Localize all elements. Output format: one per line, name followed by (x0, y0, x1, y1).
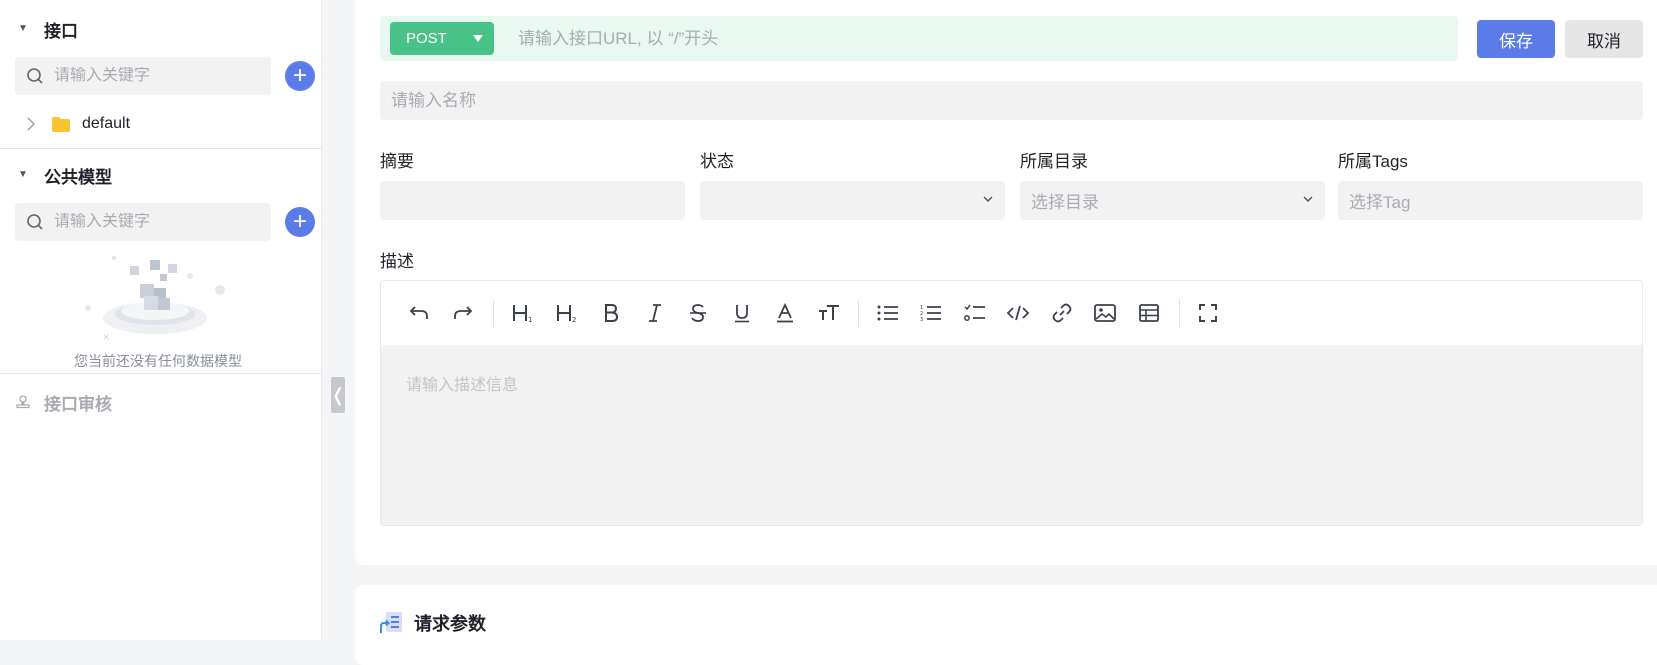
status-label: 状态 (700, 152, 734, 171)
svg-text:1: 1 (528, 316, 532, 323)
fullscreen-icon[interactable] (1196, 301, 1220, 325)
toolbar-separator (1179, 299, 1180, 327)
save-button[interactable]: 保存 (1477, 20, 1555, 58)
font-color-icon[interactable] (773, 301, 797, 325)
model-section-title: 公共模型 (44, 167, 112, 187)
tags-select[interactable]: 选择Tag (1338, 181, 1643, 220)
plus-icon: + (292, 208, 307, 235)
method-label: POST (406, 30, 447, 47)
api-audit-label: 接口审核 (44, 394, 112, 414)
request-params-header: 请求参数 (380, 610, 486, 636)
add-api-button[interactable]: + (285, 61, 315, 91)
chevron-right-icon[interactable] (26, 117, 36, 131)
italic-icon[interactable] (643, 301, 667, 325)
divider (0, 148, 322, 149)
image-icon[interactable] (1093, 301, 1117, 325)
url-input[interactable] (518, 28, 1418, 49)
description-label: 描述 (380, 252, 414, 271)
api-search-input[interactable] (54, 67, 254, 85)
table-icon[interactable] (1137, 301, 1161, 325)
model-section-header[interactable]: ▼ 公共模型 (0, 160, 112, 190)
summary-input[interactable] (380, 181, 685, 220)
caret-down-icon[interactable]: ▼ (18, 170, 28, 180)
api-search-box[interactable] (15, 57, 271, 95)
underline-icon[interactable] (730, 301, 754, 325)
search-icon (27, 214, 43, 230)
caret-down-icon (472, 35, 483, 42)
chevron-down-icon (983, 196, 993, 202)
method-select[interactable]: POST (390, 22, 494, 55)
redo-icon[interactable] (451, 301, 475, 325)
name-input[interactable] (380, 81, 1643, 120)
toolbar-separator (858, 299, 859, 327)
api-section-header[interactable]: ▼ 接口 (0, 14, 78, 44)
link-icon[interactable] (1050, 301, 1074, 325)
svg-text:3: 3 (920, 317, 923, 322)
tree-item-default[interactable]: default (26, 111, 130, 137)
status-select[interactable] (700, 181, 1005, 220)
tags-label: 所属Tags (1338, 152, 1408, 171)
task-list-icon[interactable] (963, 301, 987, 325)
directory-select[interactable]: 选择目录 (1020, 181, 1325, 220)
heading2-icon[interactable]: 2 (555, 301, 579, 325)
request-params-icon (380, 612, 402, 633)
code-icon[interactable] (1006, 301, 1030, 325)
empty-data-illustration-icon: × (85, 256, 225, 342)
model-search-box[interactable] (15, 203, 271, 241)
sidebar: ▼ 接口 + default ▼ 公共模型 + × 您当前 (0, 0, 322, 640)
svg-text:2: 2 (572, 316, 576, 323)
directory-label: 所属目录 (1020, 152, 1088, 171)
directory-placeholder: 选择目录 (1031, 193, 1099, 212)
font-size-icon[interactable] (817, 301, 841, 325)
ordered-list-icon[interactable]: 123 (919, 301, 943, 325)
add-model-button[interactable]: + (285, 207, 315, 237)
heading1-icon[interactable]: 1 (511, 301, 535, 325)
chevron-down-icon (1303, 196, 1313, 202)
stamp-icon (16, 395, 30, 409)
description-textarea[interactable]: 请输入描述信息 (381, 345, 1642, 525)
tree-item-label: default (82, 115, 131, 132)
strikethrough-icon[interactable] (686, 301, 710, 325)
sidebar-collapse-handle[interactable]: ❬ (330, 377, 346, 413)
undo-icon[interactable] (407, 301, 431, 325)
bullet-list-icon[interactable] (876, 301, 900, 325)
url-bar: POST (380, 16, 1458, 61)
api-section-title: 接口 (44, 21, 78, 41)
model-search-input[interactable] (54, 213, 254, 231)
cancel-button[interactable]: 取消 (1565, 20, 1643, 58)
bold-icon[interactable] (599, 301, 623, 325)
folder-icon (52, 116, 70, 132)
caret-down-icon[interactable]: ▼ (18, 24, 28, 34)
toolbar-separator (493, 299, 494, 327)
summary-label: 摘要 (380, 152, 414, 171)
sidebar-item-api-audit[interactable]: 接口审核 (16, 390, 112, 414)
chevron-left-icon: ❬ (330, 384, 346, 405)
empty-model-text: 您当前还没有任何数据模型 (74, 353, 242, 369)
tags-placeholder: 选择Tag (1349, 193, 1411, 212)
editor-toolbar: 1 2 123 (381, 281, 1642, 345)
plus-icon: + (292, 62, 307, 89)
description-editor: 1 2 123 请输入描述信息 (380, 280, 1643, 526)
svg-text:×: × (102, 332, 110, 342)
search-icon (27, 68, 43, 84)
request-params-card (355, 585, 1657, 665)
divider (0, 373, 322, 374)
request-params-title: 请求参数 (414, 614, 486, 634)
description-placeholder: 请输入描述信息 (406, 377, 519, 394)
